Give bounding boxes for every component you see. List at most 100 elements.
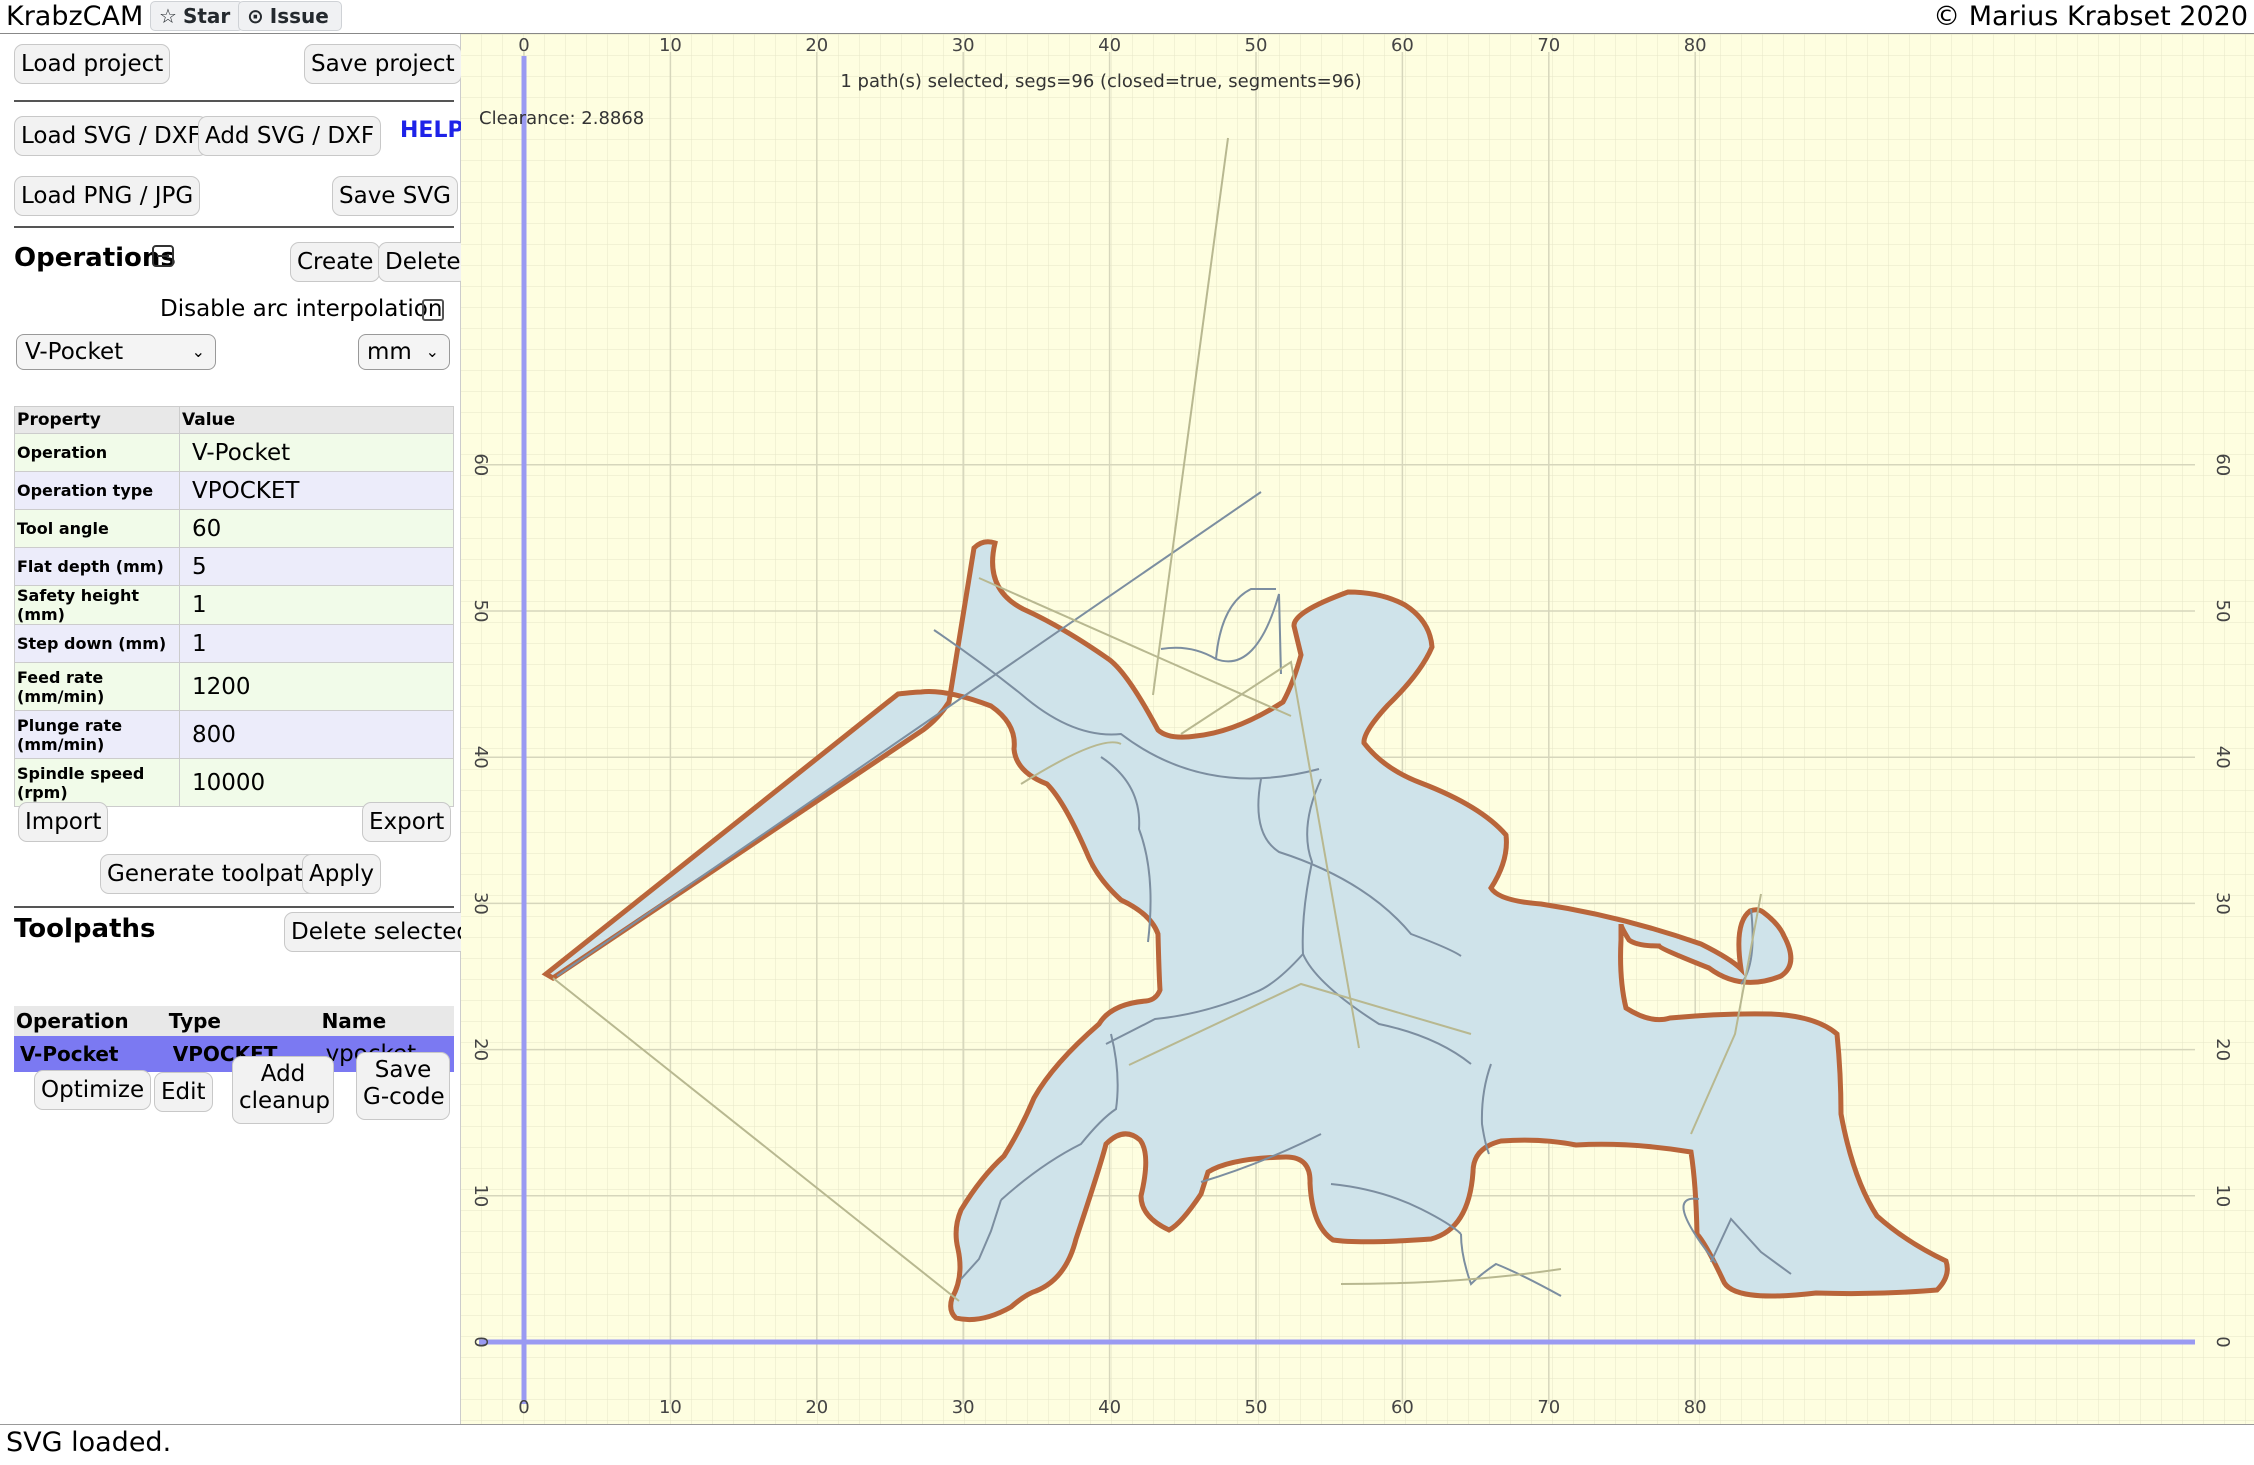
value-header: Value <box>179 406 454 434</box>
chevron-down-icon: ⌄ <box>191 342 205 361</box>
property-row: Spindle speed (rpm) 10000 <box>14 758 454 807</box>
property-row: Tool angle 60 <box>14 509 454 548</box>
x-tick-label: 50 <box>1245 35 1268 56</box>
y-tick-label: 10 <box>470 1184 491 1207</box>
property-value[interactable]: 10000 <box>179 758 454 807</box>
top-bar: KrabzCAM ☆ Star ⊙ Issue © Marius Krabset… <box>0 0 2254 34</box>
y-tick-label: 60 <box>470 453 491 476</box>
delete-operation-button[interactable]: Delete <box>378 242 468 282</box>
y-tick-label: 0 <box>2212 1336 2233 1347</box>
property-key: Tool angle <box>14 509 180 548</box>
issue-icon: ⊙ <box>247 4 264 28</box>
property-key: Plunge rate (mm/min) <box>14 710 180 759</box>
disable-arc-checkbox[interactable] <box>422 299 444 321</box>
unit-select[interactable]: mm ⌄ <box>358 334 450 370</box>
toolpaths-title: Toolpaths <box>14 914 156 944</box>
y-tick-label: 50 <box>470 600 491 623</box>
tp-name-header: Name <box>319 1006 454 1036</box>
property-key: Safety height (mm) <box>14 585 180 625</box>
x-tick-label: 30 <box>952 1397 975 1418</box>
x-tick-label: 50 <box>1245 1397 1268 1418</box>
y-tick-label: 40 <box>2212 746 2233 769</box>
property-value[interactable]: 1200 <box>179 662 454 711</box>
property-row: Step down (mm) 1 <box>14 624 454 663</box>
property-value[interactable]: VPOCKET <box>179 471 454 510</box>
generate-toolpath-button[interactable]: Generate toolpath <box>100 854 325 894</box>
load-png-button[interactable]: Load PNG / JPG <box>14 176 201 216</box>
export-button[interactable]: Export <box>362 802 452 842</box>
property-key: Step down (mm) <box>14 624 180 663</box>
issue-button[interactable]: ⊙ Issue <box>238 1 342 31</box>
property-value[interactable]: 1 <box>179 624 454 663</box>
property-row: Safety height (mm) 1 <box>14 585 454 625</box>
x-tick-label: 70 <box>1537 35 1560 56</box>
save-gcode-button[interactable]: Save G-code <box>356 1052 450 1120</box>
save-project-button[interactable]: Save project <box>304 44 462 84</box>
disable-arc-label: Disable arc interpolation <box>160 296 443 322</box>
x-tick-label: 80 <box>1684 1397 1707 1418</box>
tp-type-header: Type <box>166 1006 320 1036</box>
help-link[interactable]: HELP <box>400 118 464 143</box>
add-cleanup-line1: Add <box>260 1061 306 1087</box>
save-svg-button[interactable]: Save SVG <box>332 176 458 216</box>
optimize-button[interactable]: Optimize <box>34 1070 152 1110</box>
app-title: KrabzCAM <box>6 1 144 32</box>
x-tick-label: 20 <box>805 35 828 56</box>
divider <box>14 906 454 908</box>
y-tick-label: 20 <box>2212 1038 2233 1061</box>
property-value[interactable]: 1 <box>179 585 454 625</box>
operation-type-select[interactable]: V-Pocket ⌄ <box>16 334 216 370</box>
delete-selected-button[interactable]: Delete selected <box>284 912 478 952</box>
collapse-icon[interactable] <box>152 245 174 267</box>
y-tick-label: 40 <box>470 746 491 769</box>
add-svg-button[interactable]: Add SVG / DXF <box>198 116 382 156</box>
unit-value: mm <box>367 339 412 365</box>
property-value[interactable]: V-Pocket <box>179 433 454 472</box>
create-operation-button[interactable]: Create <box>290 242 381 282</box>
canvas-svg[interactable]: 0 10 20 30 40 50 60 70 80 0 10 20 30 40 50 60 70 80 0 10 2… <box>461 34 2254 1424</box>
property-row: Operation type VPOCKET <box>14 471 454 510</box>
load-project-button[interactable]: Load project <box>14 44 171 84</box>
x-tick-label: 70 <box>1537 1397 1560 1418</box>
x-tick-label: 80 <box>1684 35 1707 56</box>
property-key: Operation <box>14 433 180 472</box>
property-value[interactable]: 5 <box>179 547 454 586</box>
properties-table: Property Value Operation V-Pocket Operat… <box>14 406 454 807</box>
x-tick-label: 60 <box>1391 35 1414 56</box>
selection-info: 1 path(s) selected, segs=96 (closed=true… <box>840 71 1361 92</box>
star-label: Star <box>182 4 231 28</box>
x-tick-label: 40 <box>1098 1397 1121 1418</box>
issue-label: Issue <box>269 4 329 28</box>
save-gcode-line2: G-code <box>363 1084 445 1110</box>
x-tick-label: 0 <box>518 1397 529 1418</box>
edit-button[interactable]: Edit <box>154 1072 213 1112</box>
star-button[interactable]: ☆ Star <box>150 1 244 31</box>
property-value[interactable]: 60 <box>179 509 454 548</box>
apply-button[interactable]: Apply <box>302 854 381 894</box>
x-tick-label: 0 <box>518 35 529 56</box>
tp-operation: V-Pocket <box>14 1036 167 1072</box>
y-tick-label: 30 <box>470 892 491 915</box>
x-tick-label: 40 <box>1098 35 1121 56</box>
property-row: Feed rate (mm/min) 1200 <box>14 662 454 711</box>
import-button[interactable]: Import <box>18 802 109 842</box>
property-value[interactable]: 800 <box>179 710 454 759</box>
status-bar: SVG loaded. <box>0 1424 2254 1465</box>
y-tick-label: 0 <box>470 1336 491 1347</box>
y-tick-label: 20 <box>470 1038 491 1061</box>
chevron-down-icon: ⌄ <box>425 342 439 361</box>
copyright: © Marius Krabset 2020 <box>1933 1 2248 32</box>
property-key: Spindle speed (rpm) <box>14 758 180 807</box>
tp-operation-header: Operation <box>14 1006 167 1036</box>
load-svg-button[interactable]: Load SVG / DXF <box>14 116 208 156</box>
x-tick-label: 30 <box>952 35 975 56</box>
add-cleanup-button[interactable]: Add cleanup <box>232 1056 334 1124</box>
sidebar: Load project Save project Load SVG / DXF… <box>0 34 478 1424</box>
save-gcode-line1: Save <box>374 1057 432 1083</box>
property-row: Plunge rate (mm/min) 800 <box>14 710 454 759</box>
clearance-label: Clearance: 2.8868 <box>479 108 644 129</box>
divider <box>14 100 454 102</box>
drawing-canvas[interactable]: 0 10 20 30 40 50 60 70 80 0 10 20 30 40 50 60 70 80 0 10 2… <box>461 34 2254 1424</box>
divider <box>14 226 454 228</box>
property-header: Property <box>14 406 180 434</box>
